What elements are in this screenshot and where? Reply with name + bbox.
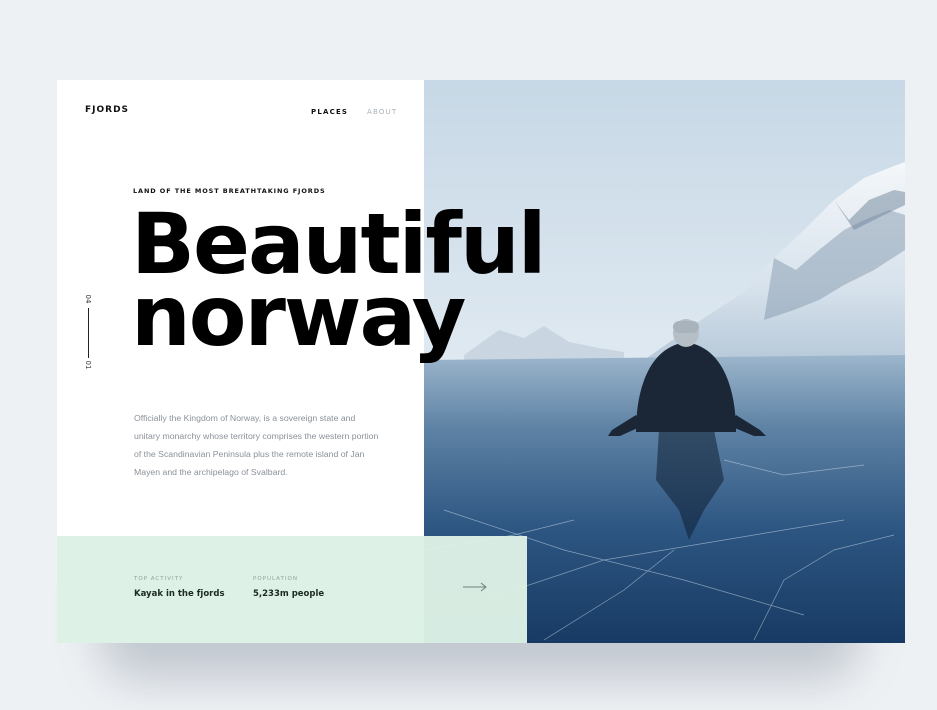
hero-headline: Beautiful norway	[131, 202, 547, 358]
brand-logo[interactable]: FJORDS	[85, 105, 129, 115]
slide-total: 04	[84, 294, 92, 304]
population-value: 5,233m people	[253, 589, 325, 599]
hero-tagline: LAND OF THE MOST BREATHTAKING FJORDS	[133, 187, 326, 195]
arrow-right-icon[interactable]	[462, 581, 488, 593]
top-activity-value: Kayak in the fjords	[134, 589, 225, 599]
top-activity: TOP ACTIVITY Kayak in the fjords	[134, 576, 225, 599]
slide-progress-line	[88, 308, 89, 358]
nav-about[interactable]: ABOUT	[367, 108, 397, 116]
population-label: POPULATION	[253, 576, 298, 582]
hero-description: Officially the Kingdom of Norway, is a s…	[134, 413, 379, 477]
info-panel: TOP ACTIVITY Kayak in the fjords POPULAT…	[57, 536, 527, 643]
population: POPULATION 5,233m people	[253, 576, 324, 599]
top-activity-label: TOP ACTIVITY	[134, 576, 184, 582]
slide-indicator[interactable]: 04 01	[80, 293, 94, 373]
hero-card: FJORDS PLACES ABOUT LAND OF THE MOST BRE…	[57, 80, 905, 643]
slide-current: 01	[84, 360, 92, 370]
nav-places[interactable]: PLACES	[311, 108, 348, 116]
